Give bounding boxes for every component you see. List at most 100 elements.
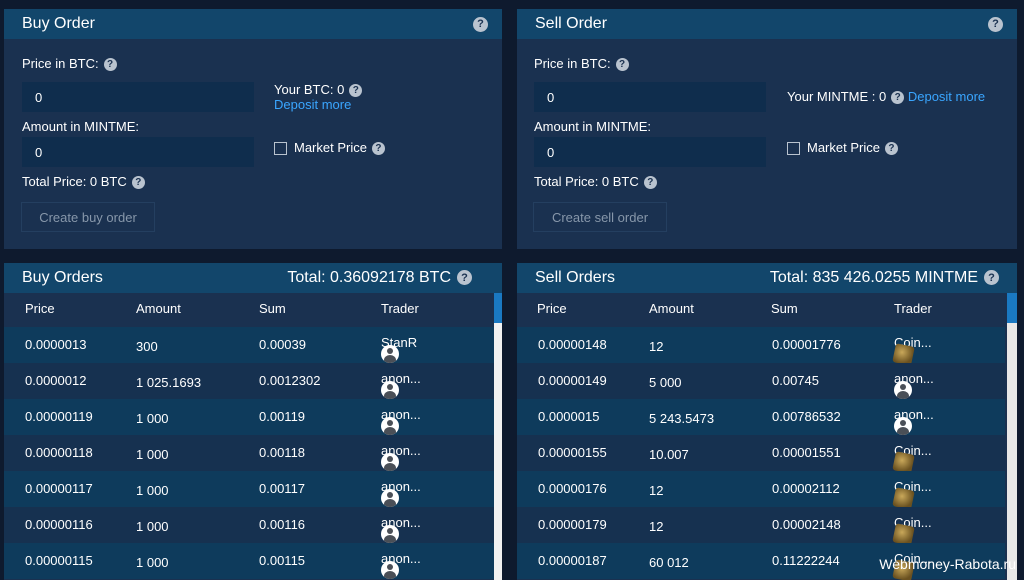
deposit-more-link[interactable]: Deposit more — [274, 97, 351, 112]
price-cell: 0.00000176 — [538, 481, 607, 496]
balance-label: Your MINTME : 0? Deposit more — [787, 89, 985, 105]
amount-label-text: Amount in MINTME: — [534, 119, 652, 134]
sum-cell: 0.0012302 — [259, 373, 321, 388]
user-avatar-icon — [894, 417, 912, 435]
amount-label: Amount in MINTME: — [534, 119, 651, 134]
sell-orders-table-body: 0.00000148 12 0.00001776 Coin... 0.00000149 5… — [517, 327, 1005, 580]
trader-cell[interactable]: anon... — [381, 371, 421, 399]
trader-cell[interactable]: anon... — [381, 479, 421, 507]
price-cell: 0.00000115 — [25, 553, 93, 568]
user-avatar-icon — [381, 525, 399, 543]
trader-cell[interactable]: anon... — [894, 371, 934, 399]
table-row[interactable]: 0.00000118 1 000 0.00118 anon... — [4, 435, 494, 471]
amount-label-text: Amount in MINTME: — [22, 119, 140, 134]
trader-cell[interactable]: Coin... — [892, 479, 932, 510]
sell-orders-panel: Sell Orders Total: 835 426.0255 MINTME? … — [517, 263, 1017, 580]
table-row[interactable]: 0.00000176 12 0.00002112 Coin... — [517, 471, 1005, 510]
total-price-text: Total Price: 0 BTC — [534, 174, 639, 189]
sell-orders-title: Sell Orders — [535, 269, 616, 286]
trader-cell[interactable]: Coin... — [892, 443, 932, 474]
price-cell: 0.00000148 — [538, 337, 607, 352]
column-header-sum[interactable]: Sum — [259, 301, 286, 316]
amount-cell: 300 — [136, 339, 158, 354]
buy-price-input[interactable] — [22, 82, 254, 112]
scrollbar-thumb[interactable] — [494, 293, 502, 323]
market-price-checkbox[interactable] — [787, 142, 800, 156]
sum-cell: 0.00002148 — [772, 517, 841, 532]
help-icon[interactable]: ? — [984, 270, 999, 286]
market-price-option[interactable]: Market Price? — [274, 140, 385, 156]
price-cell: 0.00000116 — [25, 517, 93, 532]
help-icon[interactable]: ? — [457, 270, 472, 286]
deposit-more-link[interactable]: Deposit more — [908, 89, 985, 104]
table-row[interactable]: 0.0000015 5 243.5473 0.00786532 anon... — [517, 399, 1005, 435]
column-header-sum[interactable]: Sum — [771, 301, 798, 316]
amount-cell: 10.007 — [649, 447, 689, 462]
column-header-trader[interactable]: Trader — [381, 301, 419, 316]
help-icon[interactable]: ? — [473, 16, 488, 32]
amount-cell: 5 000 — [649, 375, 682, 390]
trader-cell[interactable]: anon... — [381, 443, 421, 471]
column-header-price[interactable]: Price — [25, 301, 55, 316]
user-avatar-icon — [381, 381, 399, 399]
sell-price-input[interactable] — [534, 82, 766, 112]
table-row[interactable]: 0.00000179 12 0.00002148 Coin... — [517, 507, 1005, 546]
amount-cell: 12 — [649, 339, 664, 354]
column-header-trader[interactable]: Trader — [894, 301, 932, 316]
user-avatar-icon — [381, 453, 399, 471]
create-buy-order-button[interactable]: Create buy order — [21, 202, 155, 232]
table-row[interactable]: 0.00000119 1 000 0.00119 anon... — [4, 399, 494, 435]
sum-cell: 0.00118 — [259, 445, 306, 460]
table-row[interactable]: 0.00000117 1 000 0.00117 anon... — [4, 471, 494, 507]
table-row[interactable]: 0.00000149 5 000 0.00745 anon... — [517, 363, 1005, 399]
create-sell-order-button[interactable]: Create sell order — [533, 202, 667, 232]
help-icon[interactable]: ? — [103, 58, 117, 72]
sell-amount-input[interactable] — [534, 137, 766, 167]
trader-cell[interactable]: anon... — [894, 407, 934, 435]
buy-orders-header: Buy Orders Total: 0.36092178 BTC? — [4, 263, 502, 293]
help-icon[interactable]: ? — [884, 142, 898, 156]
market-price-option[interactable]: Market Price? — [787, 140, 898, 156]
amount-cell: 1 000 — [136, 555, 169, 570]
buy-orders-table-header: Price Amount Sum Trader — [4, 293, 502, 327]
column-header-price[interactable]: Price — [537, 301, 567, 316]
sell-orders-scrollbar[interactable] — [1007, 293, 1017, 580]
buy-order-header: Buy Order ? — [4, 9, 502, 39]
table-row[interactable]: 0.00000115 1 000 0.00115 anon... — [4, 543, 494, 579]
price-cell: 0.00000118 — [25, 445, 93, 460]
market-price-checkbox[interactable] — [274, 142, 287, 156]
help-icon[interactable]: ? — [131, 176, 145, 190]
sum-cell: 0.00115 — [259, 553, 306, 568]
trader-cell[interactable]: anon... — [381, 551, 421, 579]
scrollbar-thumb[interactable] — [1007, 293, 1017, 323]
price-label: Price in BTC:? — [534, 56, 629, 72]
trader-cell[interactable]: anon... — [381, 515, 421, 543]
amount-label: Amount in MINTME: — [22, 119, 139, 134]
buy-amount-input[interactable] — [22, 137, 254, 167]
trader-cell[interactable]: anon... — [381, 407, 421, 435]
help-icon[interactable]: ? — [371, 142, 385, 156]
price-cell: 0.00000179 — [538, 517, 607, 532]
column-header-amount[interactable]: Amount — [136, 301, 181, 316]
amount-cell: 12 — [649, 519, 664, 534]
trader-cell[interactable]: StanR — [381, 335, 417, 363]
total-price-text: Total Price: 0 BTC — [22, 174, 127, 189]
table-row[interactable]: 0.00000155 10.007 0.00001551 Coin... — [517, 435, 1005, 474]
buy-orders-scrollbar[interactable] — [494, 293, 502, 580]
help-icon[interactable]: ? — [615, 58, 629, 72]
help-icon[interactable]: ? — [349, 84, 363, 98]
help-icon[interactable]: ? — [891, 91, 905, 105]
table-row[interactable]: 0.00000148 12 0.00001776 Coin... — [517, 327, 1005, 366]
table-row[interactable]: 0.0000013 300 0.00039 StanR — [4, 327, 494, 363]
column-header-amount[interactable]: Amount — [649, 301, 694, 316]
table-row[interactable]: 0.00000116 1 000 0.00116 anon... — [4, 507, 494, 543]
amount-cell: 60 012 — [649, 555, 689, 570]
price-cell: 0.0000015 — [538, 409, 600, 424]
watermark-text: Webmoney-Rabota.ru — [879, 556, 1016, 572]
trader-cell[interactable]: Coin... — [892, 335, 932, 366]
sum-cell: 0.00039 — [259, 337, 306, 352]
help-icon[interactable]: ? — [643, 176, 657, 190]
table-row[interactable]: 0.0000012 1 025.1693 0.0012302 anon... — [4, 363, 494, 399]
help-icon[interactable]: ? — [988, 16, 1003, 32]
trader-cell[interactable]: Coin... — [892, 515, 932, 546]
